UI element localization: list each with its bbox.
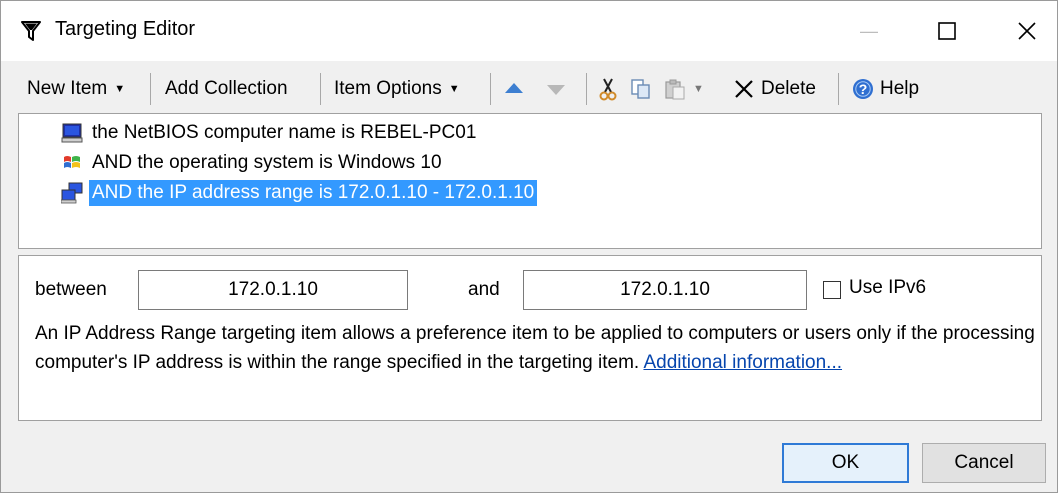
delete-label: Delete: [761, 78, 816, 99]
window-title: Targeting Editor: [55, 18, 196, 40]
item-options-label: Item Options: [334, 78, 442, 99]
item-options-menu[interactable]: Item Options ▼: [334, 67, 460, 111]
new-item-label: New Item: [27, 78, 108, 99]
use-ipv6-checkbox[interactable]: [823, 281, 841, 299]
copy-button[interactable]: [630, 67, 652, 111]
range-end-input[interactable]: 172.0.1.10: [523, 270, 807, 310]
ok-label: OK: [831, 452, 860, 473]
close-icon: [1018, 22, 1036, 40]
maximize-button[interactable]: [917, 1, 977, 61]
arrow-up-icon: [505, 83, 523, 93]
tree-item-label: the NetBIOS computer name is REBEL-PC01: [92, 122, 477, 143]
add-collection-label: Add Collection: [165, 78, 288, 99]
help-button[interactable]: ? Help: [852, 67, 919, 111]
description-text: An IP Address Range targeting item allow…: [35, 323, 1035, 373]
move-down-button[interactable]: [546, 67, 566, 111]
cut-button[interactable]: [598, 67, 618, 111]
range-start-input[interactable]: 172.0.1.10: [138, 270, 408, 310]
computer-icon: [61, 123, 83, 143]
svg-text:?: ?: [859, 81, 868, 97]
use-ipv6-label[interactable]: Use IPv6: [849, 277, 926, 299]
delete-x-icon: [735, 80, 753, 98]
tree-item-label: AND the operating system is Windows 10: [92, 152, 442, 173]
cancel-button[interactable]: Cancel: [922, 443, 1046, 483]
targeting-editor-window: Targeting Editor — New Item ▼ Add Collec…: [0, 0, 1058, 493]
range-start-value: 172.0.1.10: [228, 279, 318, 300]
title-bar: Targeting Editor —: [1, 1, 1057, 61]
ok-button[interactable]: OK: [782, 443, 909, 483]
close-button[interactable]: [997, 1, 1057, 61]
delete-button[interactable]: Delete: [734, 67, 816, 111]
network-computer-icon: [61, 182, 83, 204]
chevron-down-icon: ▼: [448, 83, 460, 95]
chevron-down-icon: ▼: [114, 83, 126, 95]
add-collection-button[interactable]: Add Collection: [165, 67, 288, 111]
toolbar-separator: [490, 73, 491, 105]
toolbar-separator: [150, 73, 151, 105]
between-label: between: [35, 279, 107, 300]
arrow-down-icon: [547, 85, 565, 95]
minimize-icon: —: [860, 20, 878, 41]
range-end-value: 172.0.1.10: [620, 279, 710, 300]
tree-item-operating-system[interactable]: AND the operating system is Windows 10: [61, 148, 445, 178]
toolbar-separator: [838, 73, 839, 105]
toolbar: New Item ▼ Add Collection Item Options ▼: [1, 67, 1057, 111]
toolbar-separator: [320, 73, 321, 105]
minimize-button[interactable]: —: [839, 1, 899, 61]
tree-item-label: AND the IP address range is 172.0.1.10 -…: [89, 180, 538, 206]
chevron-down-icon: ▼: [693, 83, 704, 95]
tree-item-ip-range[interactable]: AND the IP address range is 172.0.1.10 -…: [61, 178, 538, 208]
maximize-icon: [938, 22, 956, 40]
and-label: and: [468, 279, 500, 300]
new-item-menu[interactable]: New Item ▼: [27, 67, 125, 111]
move-up-button[interactable]: [504, 67, 524, 111]
item-description: An IP Address Range targeting item allow…: [35, 319, 1035, 377]
paste-menu[interactable]: ▼: [664, 67, 704, 111]
targeting-items-tree[interactable]: the NetBIOS computer name is REBEL-PC01 …: [18, 113, 1042, 249]
paste-icon: [665, 79, 685, 100]
help-label: Help: [880, 78, 920, 99]
scissors-icon: [599, 78, 617, 101]
filter-icon: [21, 21, 41, 41]
additional-information-link[interactable]: Additional information...: [643, 352, 842, 373]
cancel-label: Cancel: [954, 452, 1014, 473]
toolbar-separator: [586, 73, 587, 105]
help-icon: ?: [853, 79, 873, 99]
windows-logo-icon: [64, 156, 80, 168]
tree-item-netbios[interactable]: the NetBIOS computer name is REBEL-PC01: [61, 118, 479, 148]
copy-icon: [631, 79, 650, 99]
